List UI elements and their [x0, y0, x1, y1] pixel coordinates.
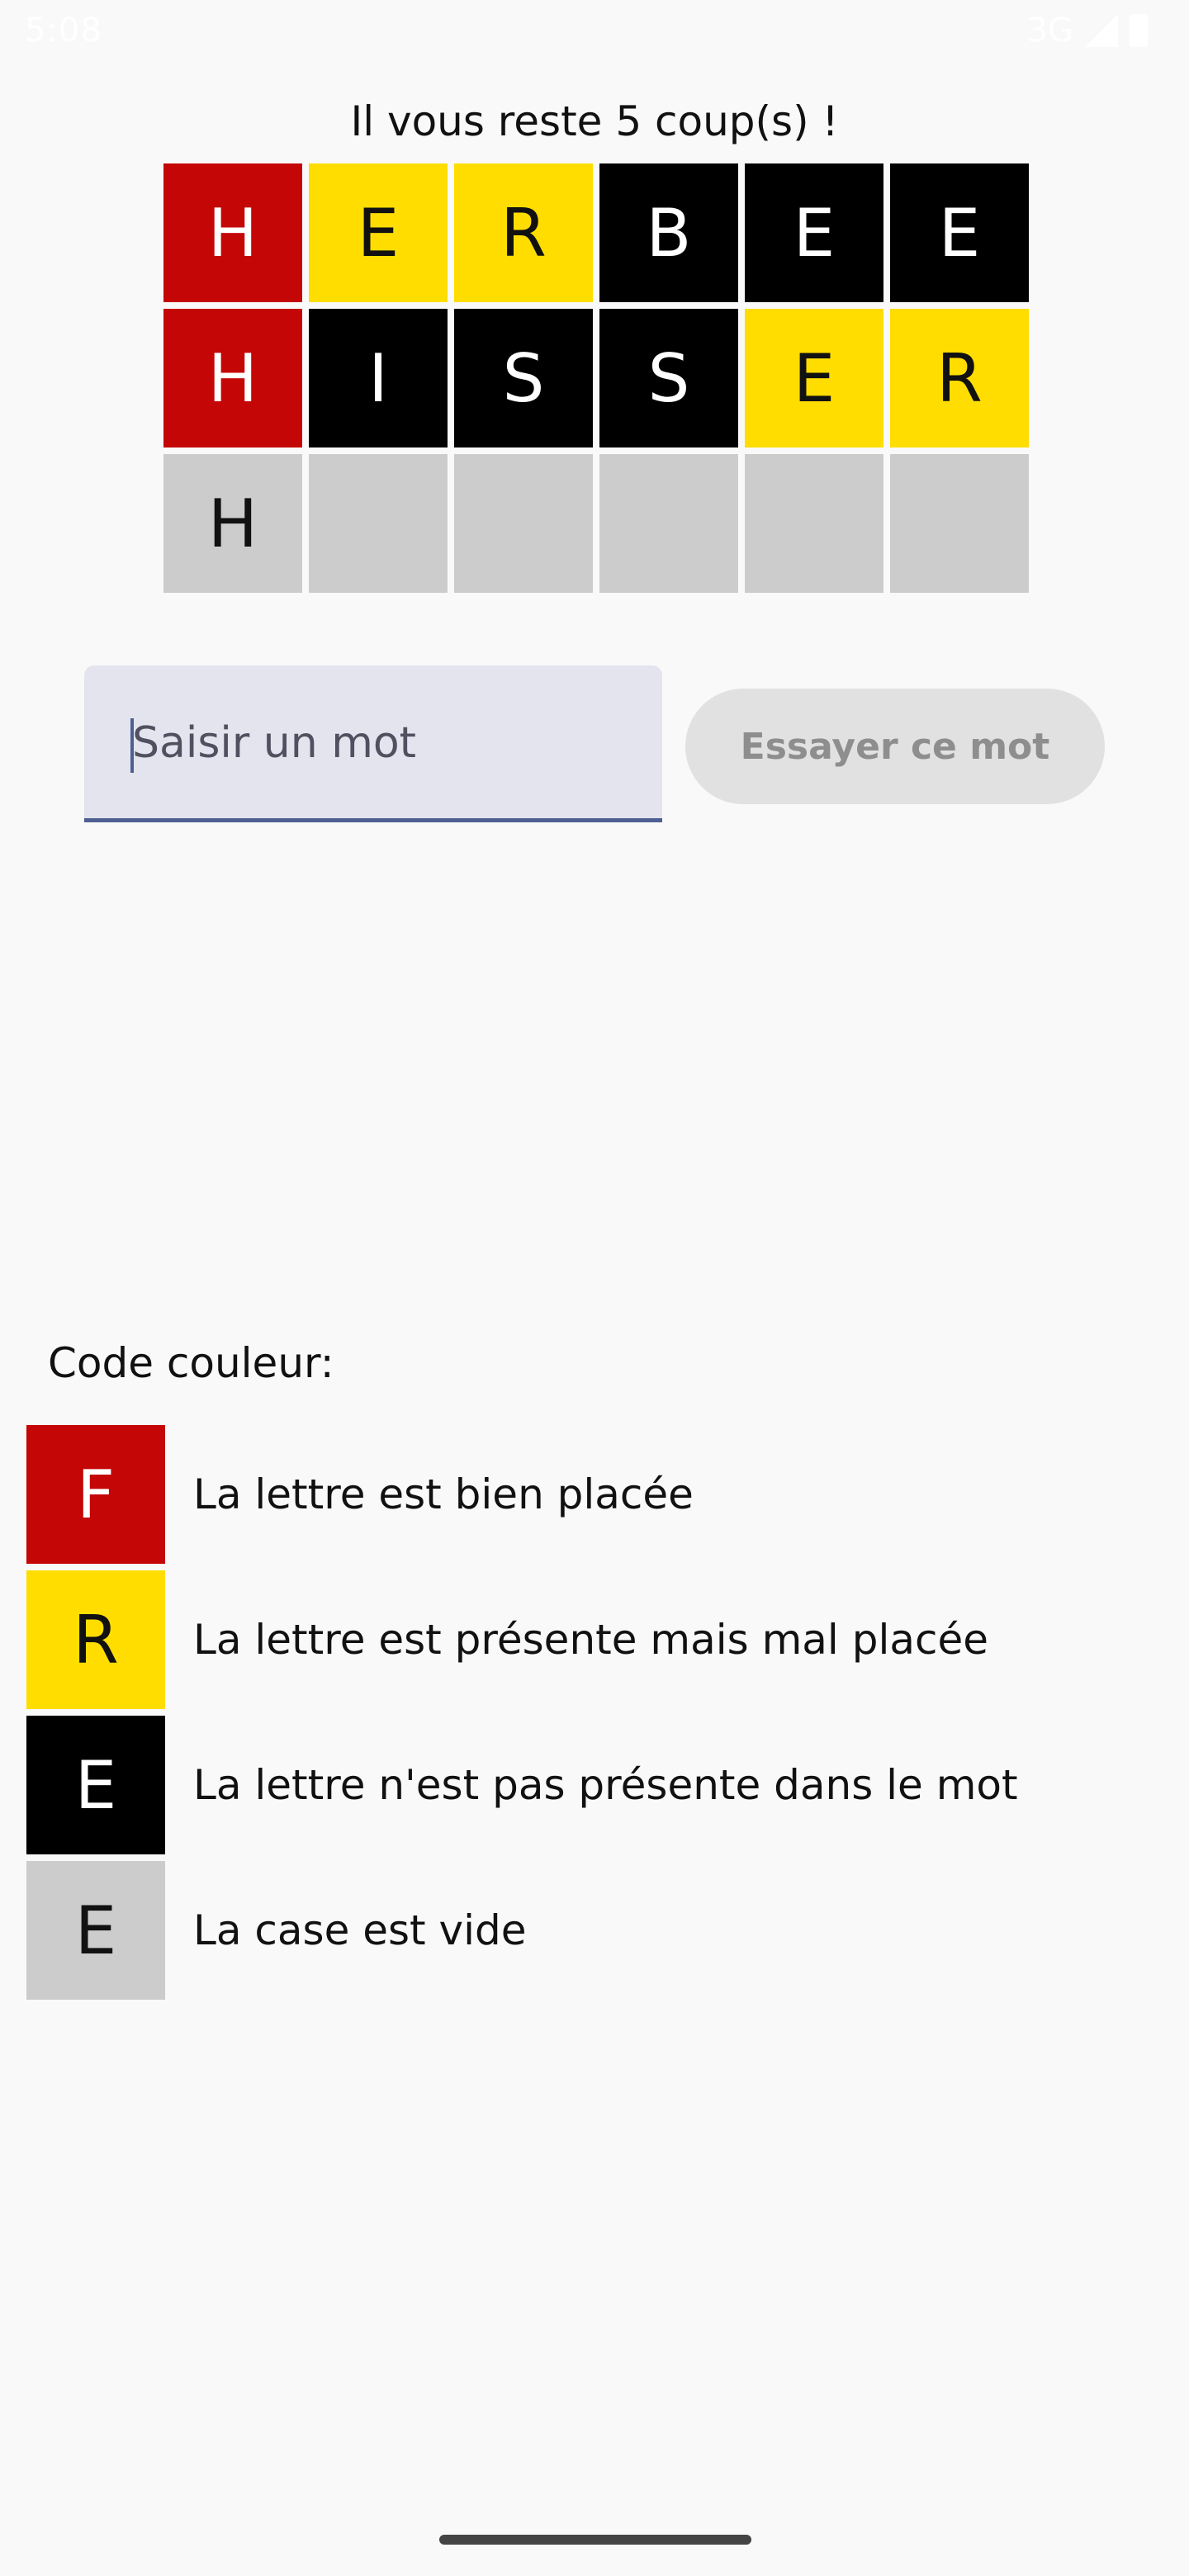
word-input-container[interactable] — [84, 665, 662, 822]
status-icons: 3G — [1027, 12, 1148, 50]
color-legend: F La lettre est bien placée R La lettre … — [26, 1425, 1018, 2006]
grid-cell-r3c1: H — [163, 454, 302, 593]
legend-swatch-yellow: R — [26, 1570, 165, 1709]
grid-cell-r2c4: S — [599, 309, 738, 447]
grid-cell-r1c5: E — [745, 163, 883, 302]
home-indicator[interactable] — [439, 2535, 751, 2545]
legend-swatch-red: F — [26, 1425, 165, 1564]
text-caret — [130, 718, 134, 773]
grid-cell-r3c4 — [599, 454, 738, 593]
grid-cell-r1c6: E — [890, 163, 1029, 302]
grid-cell-r2c3: S — [454, 309, 593, 447]
legend-swatch-gray: E — [26, 1861, 165, 2000]
signal-icon — [1085, 14, 1118, 47]
grid-cell-r1c4: B — [599, 163, 738, 302]
grid-cell-r2c2: I — [309, 309, 448, 447]
grid-cell-r3c2 — [309, 454, 448, 593]
grid-cell-r3c5 — [745, 454, 883, 593]
try-word-button[interactable]: Essayer ce mot — [685, 689, 1105, 804]
legend-item-absent: E La lettre n'est pas présente dans le m… — [26, 1716, 1018, 1854]
grid-cell-r2c6: R — [890, 309, 1029, 447]
network-type: 3G — [1026, 12, 1073, 50]
legend-label: La lettre est présente mais mal placée — [193, 1616, 988, 1664]
grid-cell-r3c3 — [454, 454, 593, 593]
letter-grid: H E R B E E H I S S E R H — [163, 163, 1029, 593]
grid-cell-r2c5: E — [745, 309, 883, 447]
legend-item-empty: E La case est vide — [26, 1861, 1018, 2000]
legend-label: La case est vide — [193, 1906, 527, 1954]
status-bar: 5:08 3G — [0, 0, 1189, 69]
grid-cell-r1c3: R — [454, 163, 593, 302]
grid-cell-r2c1: H — [163, 309, 302, 447]
legend-item-well-placed: F La lettre est bien placée — [26, 1425, 1018, 1564]
remaining-attempts-text: Il vous reste 5 coup(s) ! — [350, 97, 839, 145]
legend-label: La lettre est bien placée — [193, 1470, 694, 1518]
word-input[interactable] — [130, 665, 646, 820]
legend-label: La lettre n'est pas présente dans le mot — [193, 1761, 1018, 1809]
grid-cell-r1c2: E — [309, 163, 448, 302]
grid-cell-r3c6 — [890, 454, 1029, 593]
legend-swatch-black: E — [26, 1716, 165, 1854]
battery-icon — [1130, 14, 1148, 47]
legend-item-misplaced: R La lettre est présente mais mal placée — [26, 1570, 1018, 1709]
grid-cell-r1c1: H — [163, 163, 302, 302]
status-time: 5:08 — [25, 12, 102, 50]
legend-title: Code couleur: — [48, 1339, 334, 1387]
